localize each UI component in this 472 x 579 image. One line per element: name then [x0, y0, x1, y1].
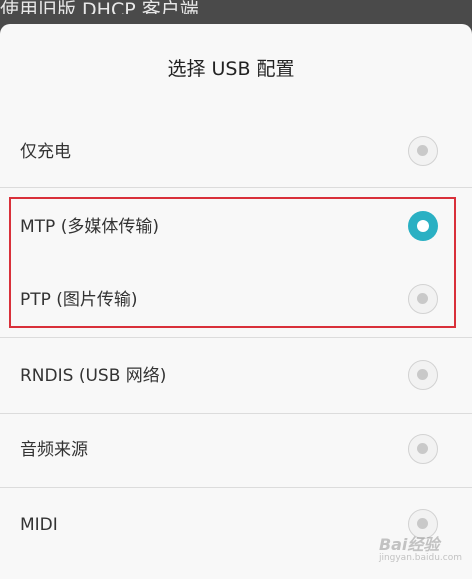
option-audio-source[interactable]: 音频来源	[0, 420, 472, 480]
option-charge-only[interactable]: 仅充电	[0, 122, 472, 182]
option-label: RNDIS (USB 网络)	[20, 366, 167, 386]
baidu-jingyan-watermark: Bai经验 jingyan.baidu.com	[379, 531, 462, 563]
divider	[0, 413, 472, 414]
radio-button[interactable]	[408, 136, 438, 166]
radio-dot-icon	[417, 145, 428, 156]
watermark-url: jingyan.baidu.com	[378, 553, 462, 563]
radio-button[interactable]	[408, 360, 438, 390]
radio-button[interactable]	[408, 284, 438, 314]
option-label: PTP (图片传输)	[20, 290, 138, 310]
radio-dot-icon	[417, 443, 428, 454]
option-ptp[interactable]: PTP (图片传输)	[0, 270, 472, 330]
dialog-title: 选择 USB 配置	[167, 58, 295, 80]
option-rndis[interactable]: RNDIS (USB 网络)	[0, 346, 472, 406]
option-label: 音频来源	[20, 440, 88, 460]
divider	[0, 337, 472, 338]
option-mtp[interactable]: MTP (多媒体传输)	[0, 197, 472, 257]
radio-dot-icon	[417, 518, 428, 529]
divider	[0, 187, 472, 188]
option-label: MIDI	[20, 515, 58, 535]
background-setting-title: 使用旧版 DHCP 客户端	[0, 0, 472, 14]
option-label: 仅充电	[20, 142, 71, 162]
radio-dot-icon	[417, 293, 428, 304]
radio-dot-icon	[417, 220, 429, 232]
screen: 使用旧版 DHCP 客户端 选择 USB 配置 仅充电 MTP (多媒体传输) …	[0, 0, 472, 579]
option-label: MTP (多媒体传输)	[20, 217, 159, 237]
usb-config-dialog: 选择 USB 配置 仅充电 MTP (多媒体传输) PTP (图片传输) RND…	[0, 24, 472, 579]
background-setting-title-text: 使用旧版 DHCP 客户端	[0, 0, 199, 14]
radio-button[interactable]	[408, 434, 438, 464]
divider	[0, 487, 472, 488]
radio-dot-icon	[417, 369, 428, 380]
watermark-brand: Bai经验	[378, 535, 440, 554]
radio-button-selected[interactable]	[408, 211, 438, 241]
